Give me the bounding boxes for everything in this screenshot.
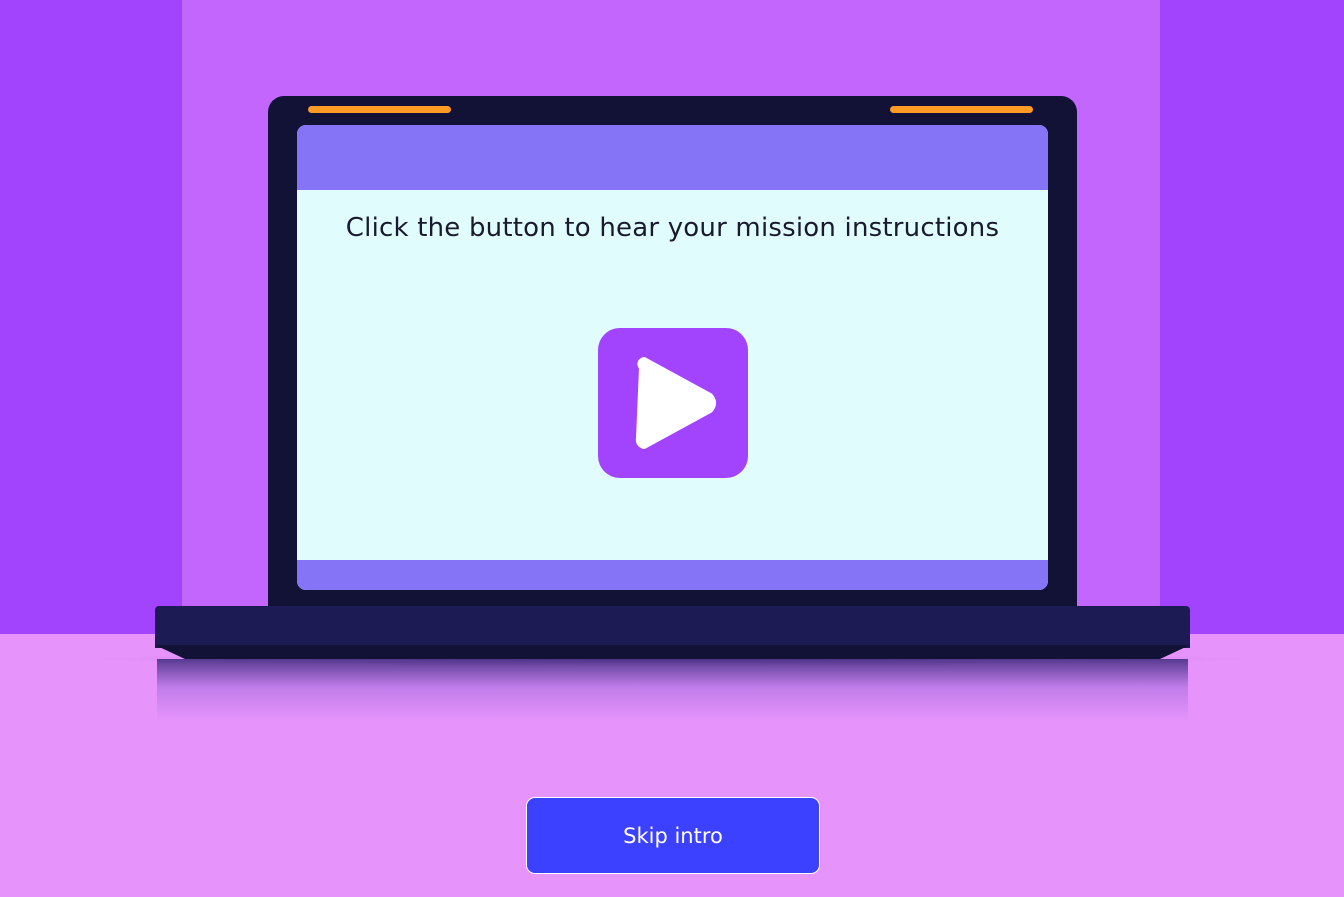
play-icon: [635, 357, 716, 449]
laptop-base-edge: [155, 645, 1190, 659]
laptop-base: [155, 606, 1190, 648]
background-wall-right: [1160, 0, 1344, 634]
laptop-light-left: [308, 106, 451, 113]
laptop-light-right: [890, 106, 1033, 113]
skip-intro-button[interactable]: Skip intro: [526, 797, 820, 874]
background-wall-left: [0, 0, 182, 634]
screen-top-bar: [297, 125, 1048, 190]
intro-scene: Click the button to hear your mission in…: [0, 0, 1344, 897]
screen-bottom-bar: [297, 560, 1048, 590]
laptop-reflection: [157, 659, 1188, 721]
laptop-screen: Click the button to hear your mission in…: [297, 125, 1048, 590]
play-button[interactable]: [598, 328, 748, 478]
mission-instructions-prompt: Click the button to hear your mission in…: [345, 213, 1000, 243]
